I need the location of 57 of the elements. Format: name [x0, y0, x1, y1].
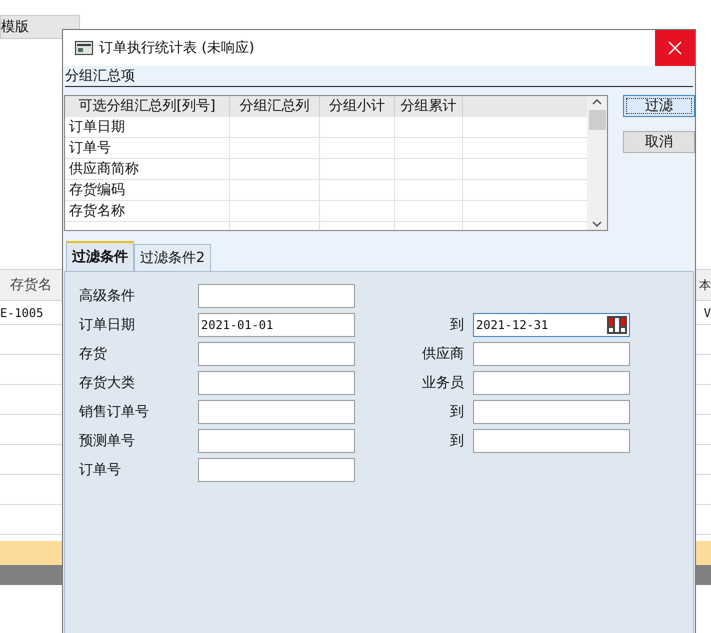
- table-cell-text: 供应商简称: [69, 160, 139, 178]
- scroll-up-icon[interactable]: [592, 98, 602, 106]
- table-row[interactable]: 存货名称: [65, 201, 587, 222]
- field-label: 销售订单号: [78, 402, 150, 422]
- field-label: 存货大类: [78, 374, 136, 392]
- tab[interactable]: 过滤条件2: [134, 244, 211, 271]
- column-header: 分组汇总列: [230, 96, 320, 117]
- input-field[interactable]: [473, 400, 630, 424]
- field-label: 到: [449, 432, 465, 450]
- dialog-button[interactable]: 过滤: [623, 95, 695, 117]
- table-row[interactable]: 订单日期: [65, 117, 587, 138]
- calendar-icon[interactable]: [607, 316, 627, 334]
- column-header: 存货名: [9, 276, 52, 294]
- input-field[interactable]: [198, 458, 355, 482]
- table-row[interactable]: 订单号: [65, 138, 587, 159]
- close-icon: [668, 41, 682, 55]
- field-label: 存货: [78, 344, 108, 364]
- table-row[interactable]: 存货编码: [65, 180, 587, 201]
- table-cell-text: 订单日期: [69, 118, 125, 136]
- field-label: 高级条件: [78, 286, 136, 306]
- scroll-down-icon[interactable]: [592, 220, 602, 228]
- date-field[interactable]: 2021-12-31: [473, 313, 630, 337]
- input-field[interactable]: [198, 371, 355, 395]
- dialog-button[interactable]: 取消: [623, 131, 695, 153]
- section-label: 分组汇总项: [64, 67, 136, 86]
- scrollbar[interactable]: [587, 96, 607, 230]
- table-cell-text: 存货名称: [69, 202, 125, 220]
- input-field[interactable]: [473, 371, 630, 395]
- close-button[interactable]: [655, 30, 695, 66]
- input-field[interactable]: [198, 342, 355, 366]
- table-cell-text: 订单号: [69, 138, 111, 158]
- table-cell-text: E-1005: [0, 304, 44, 322]
- table-row[interactable]: 供应商简称: [65, 159, 587, 180]
- field-label: 订单号: [78, 460, 122, 480]
- window-title: 订单执行统计表 (未响应): [99, 38, 256, 58]
- template-dropdown[interactable]: 模版: [0, 15, 80, 39]
- field-label: 订单日期: [78, 316, 136, 334]
- field-label: 到: [449, 316, 465, 334]
- scroll-thumb[interactable]: [588, 110, 606, 130]
- input-field[interactable]: [473, 429, 630, 453]
- field-label: 到: [449, 402, 465, 422]
- column-header: 本: [699, 277, 711, 294]
- tab[interactable]: 过滤条件: [66, 241, 134, 271]
- field-label: 供应商: [421, 344, 465, 364]
- field-label: 业务员: [421, 374, 465, 392]
- column-header: 可选分组汇总列[列号]: [65, 96, 230, 117]
- table-cell-text: V: [704, 304, 711, 322]
- column-header: 分组小计: [320, 96, 395, 117]
- input-field[interactable]: [198, 429, 355, 453]
- table-cell-text: 存货编码: [69, 180, 125, 200]
- window-icon: [75, 41, 93, 55]
- input-field[interactable]: [198, 400, 355, 424]
- input-field[interactable]: [198, 284, 355, 308]
- input-field[interactable]: [473, 342, 630, 366]
- column-header: 分组累计: [395, 96, 463, 117]
- field-label: 预测单号: [78, 432, 136, 450]
- input-field[interactable]: 2021-01-01: [198, 313, 355, 337]
